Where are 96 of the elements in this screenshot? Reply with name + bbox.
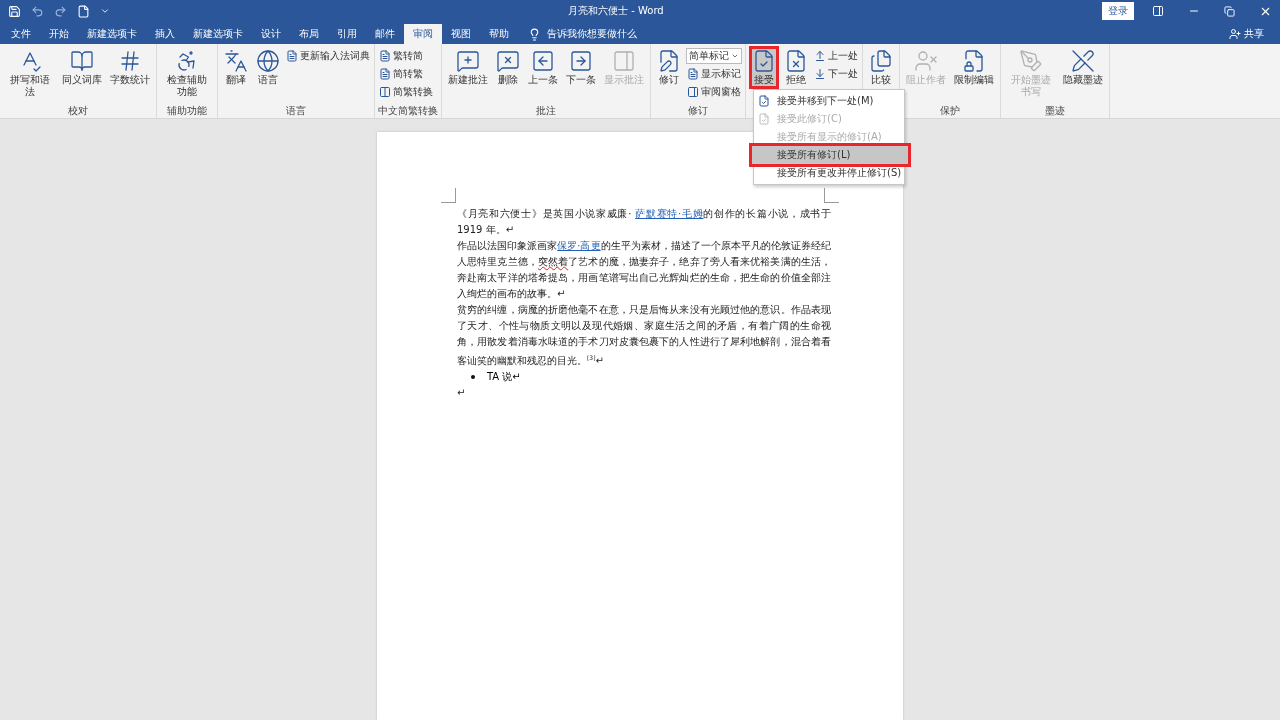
menu-item[interactable]: 接受所有更改并停止修订(S) bbox=[754, 164, 904, 182]
document-check-icon bbox=[752, 49, 776, 73]
user-x-icon bbox=[914, 49, 938, 73]
globe-icon bbox=[256, 49, 280, 73]
ribbon-tab[interactable]: 开始 bbox=[40, 24, 78, 44]
document-icon bbox=[286, 50, 298, 62]
window-title: 月亮和六便士 - Word bbox=[568, 4, 665, 18]
caret-icon bbox=[731, 52, 739, 60]
margin-mark bbox=[441, 188, 456, 203]
document-check-icon bbox=[758, 95, 770, 107]
columns-icon bbox=[379, 86, 391, 98]
ribbon-display-icon[interactable] bbox=[1152, 5, 1164, 17]
user-icon[interactable] bbox=[1229, 28, 1241, 40]
document-icon bbox=[379, 50, 391, 62]
pen-icon bbox=[1019, 49, 1043, 73]
ribbon-button[interactable]: 上一处 bbox=[813, 48, 859, 64]
document-lock-icon bbox=[962, 49, 986, 73]
ribbon-button[interactable]: 修订 bbox=[654, 46, 684, 89]
group-label: 校对 bbox=[67, 104, 89, 118]
ribbon-button[interactable]: 翻译 bbox=[221, 46, 251, 89]
down-arrow-icon bbox=[814, 68, 826, 80]
pen-off-icon bbox=[1071, 49, 1095, 73]
ribbon-tab[interactable]: 设计 bbox=[252, 24, 290, 44]
ribbon-tab[interactable]: 布局 bbox=[290, 24, 328, 44]
paragraph: 贫穷的纠缠，病魔的折磨他毫不在意，只是后悔从来没有光顾过他的意识。作品表现了天才、个性与物质文明以及现代婚姻、家庭生活之间的矛盾，有着广阔的生命视角，用散发着消毒水味道的手术刀对皮囊包裹下的人性进行了犀利地解剖，混合着看客讪笑的幽默和残忍的目光。$^{[3]}$↵ bbox=[457, 303, 831, 369]
lightbulb-icon[interactable] bbox=[528, 27, 541, 41]
group-label: 保护 bbox=[939, 104, 961, 118]
group-label: 中文简繁转换 bbox=[378, 104, 438, 118]
ribbon-button[interactable]: 更新输入法词典 bbox=[285, 48, 371, 64]
ribbon-button[interactable]: 拼写和语法 bbox=[3, 46, 57, 101]
menu-item[interactable]: 接受并移到下一处(M) bbox=[754, 92, 904, 110]
hyperlink[interactable]: 萨默赛特·毛姆 bbox=[635, 208, 704, 219]
sign-in-button[interactable]: 登录 bbox=[1102, 2, 1134, 20]
new-document-icon[interactable] bbox=[77, 4, 90, 18]
document-pen-icon bbox=[657, 49, 681, 73]
ribbon-button[interactable]: 比较 bbox=[866, 46, 896, 89]
languages-icon bbox=[224, 49, 248, 73]
menu-item[interactable]: 接受所有修订(L) bbox=[752, 146, 908, 164]
comment-x-icon bbox=[496, 49, 520, 73]
bullet-icon bbox=[471, 375, 475, 380]
group-label: 批注 bbox=[535, 104, 557, 118]
redo-icon[interactable] bbox=[54, 4, 67, 18]
book-icon bbox=[70, 49, 94, 73]
ribbon-tab[interactable]: 审阅 bbox=[404, 24, 442, 44]
ribbon-button[interactable]: 上一条 bbox=[525, 46, 561, 89]
ribbon-button[interactable]: 下一条 bbox=[563, 46, 599, 89]
undo-icon[interactable] bbox=[31, 4, 44, 18]
tell-me-field[interactable]: 告诉我你想要做什么 bbox=[547, 27, 637, 41]
ribbon-button[interactable]: 审阅窗格 bbox=[686, 84, 742, 100]
ribbon-button[interactable]: 拒绝 bbox=[781, 46, 811, 89]
paragraph: 《月亮和六便士》是英国小说家威廉· 萨默赛特·毛姆的创作的长篇小说，成书于 1919 年。↵ bbox=[457, 207, 831, 237]
margin-mark bbox=[824, 188, 839, 203]
ribbon-tab[interactable]: 视图 bbox=[442, 24, 480, 44]
ribbon-tab[interactable]: 新建选项卡 bbox=[184, 24, 252, 44]
ribbon-button[interactable]: 字数统计 bbox=[107, 46, 153, 89]
ribbon-tab[interactable]: 新建选项卡 bbox=[78, 24, 146, 44]
ribbon-tab[interactable]: 文件 bbox=[2, 24, 40, 44]
group-label: 墨迹 bbox=[1044, 104, 1066, 118]
ribbon-button[interactable]: 接受 bbox=[749, 46, 779, 89]
document-check-icon bbox=[758, 113, 770, 125]
ribbon-tab[interactable]: 插入 bbox=[146, 24, 184, 44]
caret-icon[interactable] bbox=[100, 6, 110, 16]
ribbon-button[interactable]: 限制编辑 bbox=[951, 46, 997, 89]
ribbon-button[interactable]: 简转繁 bbox=[378, 66, 434, 82]
ribbon-tab[interactable]: 邮件 bbox=[366, 24, 404, 44]
ribbon-tab[interactable]: 帮助 bbox=[480, 24, 518, 44]
ribbon-button[interactable]: 同义词库 bbox=[59, 46, 105, 89]
group-label: 语言 bbox=[285, 104, 307, 118]
list-item: TA 说↵ bbox=[487, 370, 521, 385]
ribbon-button[interactable]: 下一处 bbox=[813, 66, 859, 82]
ribbon-tab[interactable]: 引用 bbox=[328, 24, 366, 44]
group-label: 辅助功能 bbox=[166, 104, 208, 118]
ribbon-button[interactable]: 检查辅助功能 bbox=[160, 46, 214, 101]
comment-plus-icon bbox=[456, 49, 480, 73]
up-arrow-icon bbox=[814, 50, 826, 62]
ribbon-button[interactable]: 隐藏墨迹 bbox=[1060, 46, 1106, 89]
panel-icon bbox=[687, 86, 699, 98]
ribbon-button[interactable]: 繁转简 bbox=[378, 48, 434, 64]
ribbon-button[interactable]: 简繁转换 bbox=[378, 84, 434, 100]
share-button[interactable]: 共享 bbox=[1244, 27, 1264, 41]
ribbon-button[interactable]: 显示标记 bbox=[686, 66, 742, 82]
markup-select[interactable]: 简单标记 bbox=[686, 48, 742, 64]
document-icon bbox=[379, 68, 391, 80]
panel-icon bbox=[612, 49, 636, 73]
group-label: 修订 bbox=[687, 104, 709, 118]
documents-icon bbox=[869, 49, 893, 73]
save-icon[interactable] bbox=[8, 4, 21, 18]
ribbon-button[interactable]: 新建批注 bbox=[445, 46, 491, 89]
paragraph: ↵ bbox=[457, 386, 467, 401]
ribbon-button[interactable]: 语言 bbox=[253, 46, 283, 89]
document-icon bbox=[687, 68, 699, 80]
ribbon-button[interactable]: 删除 bbox=[493, 46, 523, 89]
restore-icon[interactable] bbox=[1224, 5, 1235, 17]
paragraph: 作品以法国印象派画家保罗·高更的生平为素材，描述了一个原本平凡的伦敦证券经纪人思特里克兰德，突然着了艺术的魔，抛妻弃子，绝弃了旁人看来优裕美满的生活，奔赴南太平洋的塔希提岛，用画笔谱写出自己光辉灿烂的生命，把生命的价值全部注入绚烂的画布的故事。↵ bbox=[457, 239, 831, 301]
document-x-icon bbox=[784, 49, 808, 73]
hyperlink[interactable]: 保罗·高更 bbox=[557, 240, 601, 251]
